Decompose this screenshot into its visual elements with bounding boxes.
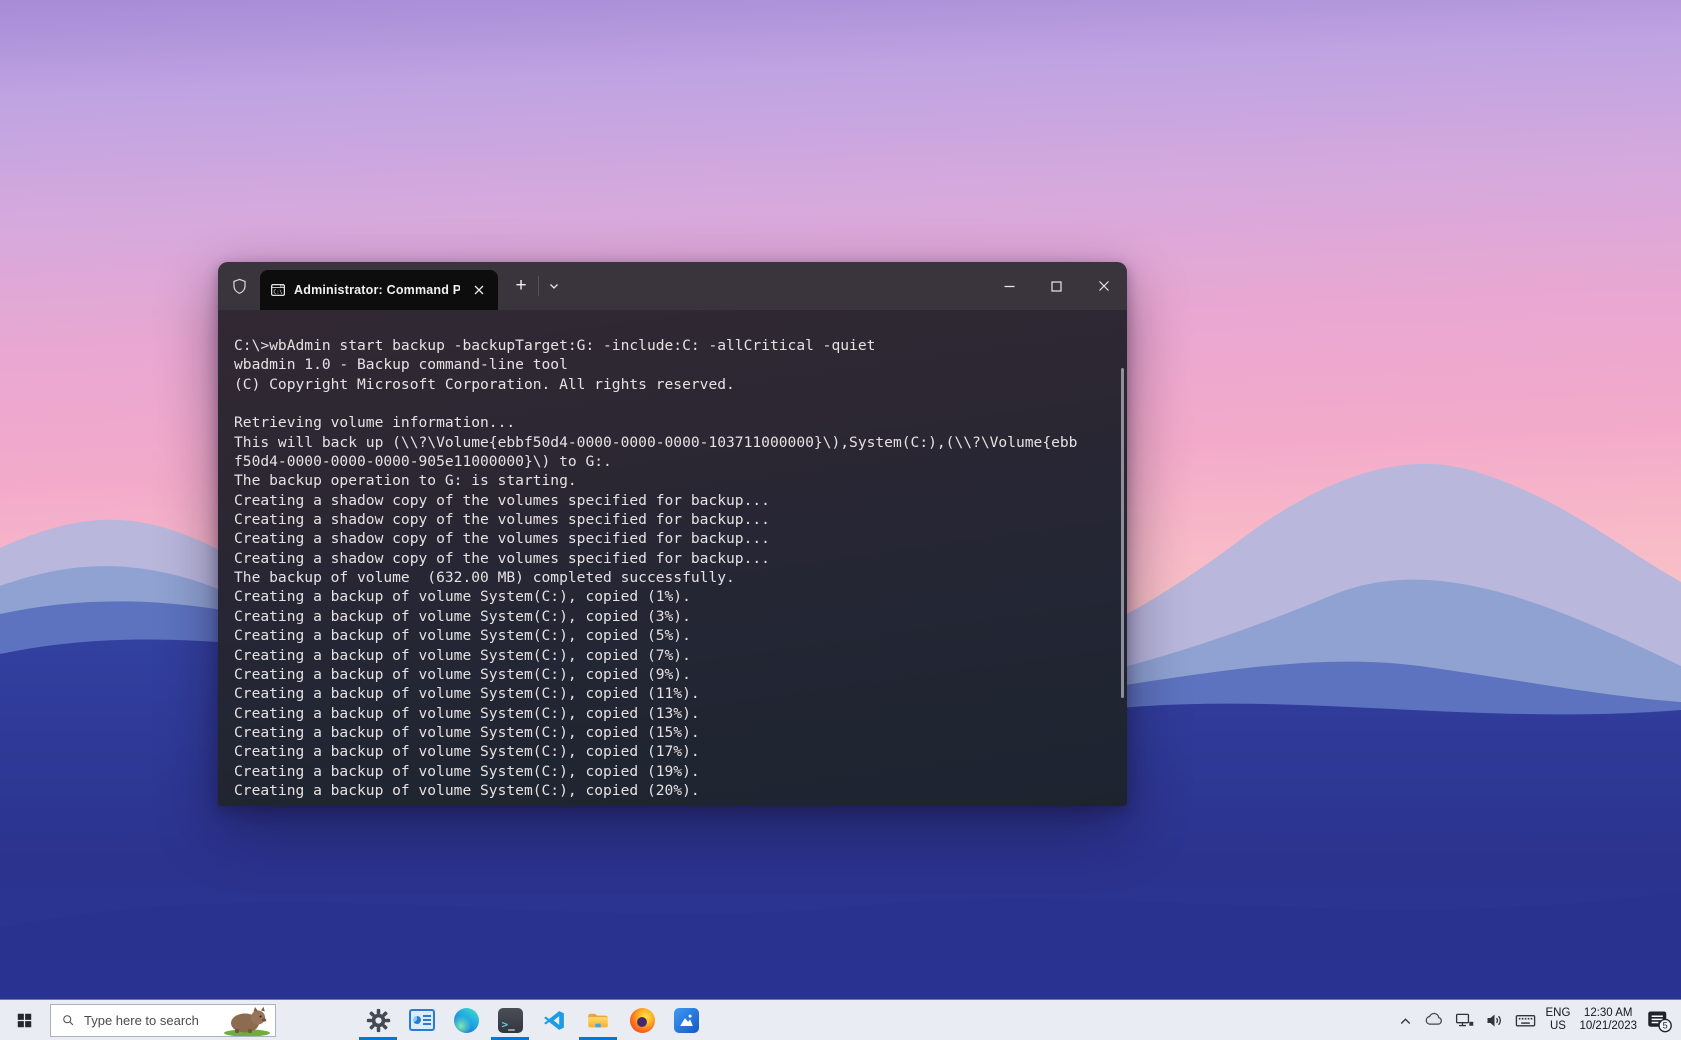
system-tray: ENG US 12:30 AM 10/21/2023 5 bbox=[1397, 1000, 1681, 1040]
clock[interactable]: 12:30 AM 10/21/2023 bbox=[1579, 1007, 1637, 1034]
terminal-tab[interactable]: C:\ Administrator: Command Pror bbox=[260, 270, 498, 310]
language-code: ENG bbox=[1546, 1007, 1571, 1021]
taskbar-item-photos[interactable] bbox=[664, 1000, 708, 1040]
search-icon bbox=[61, 1013, 76, 1028]
taskbar-item-file-explorer[interactable] bbox=[576, 1000, 620, 1040]
taskbar-item-settings[interactable] bbox=[356, 1000, 400, 1040]
action-center-icon[interactable]: 5 bbox=[1646, 1008, 1673, 1033]
firefox-icon bbox=[630, 1008, 655, 1033]
desktop: C:\ Administrator: Command Pror + bbox=[0, 0, 1681, 1040]
terminal-window: C:\ Administrator: Command Pror + bbox=[218, 262, 1127, 806]
onedrive-cloud-icon[interactable] bbox=[1423, 1009, 1445, 1031]
volume-icon[interactable] bbox=[1484, 1010, 1505, 1031]
touch-keyboard-icon[interactable] bbox=[1514, 1009, 1537, 1032]
windows-logo-icon bbox=[16, 1012, 33, 1029]
taskbar-item-edge[interactable] bbox=[444, 1000, 488, 1040]
tab-dropdown-button[interactable] bbox=[538, 276, 568, 296]
taskbar: Type here to search bbox=[0, 1000, 1681, 1040]
search-highlight-wombat-image[interactable] bbox=[221, 1004, 273, 1036]
photos-icon bbox=[674, 1008, 699, 1033]
language-indicator[interactable]: ENG US bbox=[1546, 1007, 1571, 1034]
scrollbar-thumb[interactable] bbox=[1121, 368, 1124, 698]
vscode-icon bbox=[542, 1008, 567, 1033]
clock-time: 12:30 AM bbox=[1579, 1007, 1637, 1021]
close-button[interactable] bbox=[1080, 262, 1127, 310]
maximize-button[interactable] bbox=[1033, 262, 1080, 310]
terminal-output: C:\>wbAdmin start backup -backupTarget:G… bbox=[218, 310, 1127, 800]
minimize-button[interactable] bbox=[986, 262, 1033, 310]
svg-text:C:\: C:\ bbox=[273, 289, 282, 295]
admin-shield-icon bbox=[218, 262, 260, 310]
new-tab-button[interactable]: + bbox=[504, 262, 538, 310]
tray-expand-chevron-icon[interactable] bbox=[1397, 1012, 1414, 1029]
tab-close-icon[interactable] bbox=[468, 279, 490, 301]
search-input[interactable]: Type here to search bbox=[50, 1004, 276, 1037]
file-explorer-icon bbox=[585, 1007, 611, 1033]
taskbar-item-vscode[interactable] bbox=[532, 1000, 576, 1040]
language-region: US bbox=[1546, 1020, 1571, 1034]
notification-badge: 5 bbox=[1663, 1020, 1668, 1030]
taskbar-item-firefox[interactable] bbox=[620, 1000, 664, 1040]
terminal-body[interactable]: C:\>wbAdmin start backup -backupTarget:G… bbox=[218, 310, 1127, 806]
edge-icon bbox=[454, 1008, 479, 1033]
taskbar-item-windows-terminal[interactable]: >_ bbox=[488, 1000, 532, 1040]
search-placeholder: Type here to search bbox=[84, 1013, 199, 1028]
gear-icon bbox=[366, 1008, 391, 1033]
terminal-titlebar[interactable]: C:\ Administrator: Command Pror + bbox=[218, 262, 1127, 310]
start-button[interactable] bbox=[0, 1000, 48, 1040]
taskbar-item-system-info[interactable] bbox=[400, 1000, 444, 1040]
network-icon[interactable] bbox=[1454, 1010, 1475, 1031]
cmd-icon: C:\ bbox=[270, 282, 286, 298]
taskbar-app-row: >_ bbox=[356, 1000, 708, 1040]
clock-date: 10/21/2023 bbox=[1579, 1020, 1637, 1034]
tab-title: Administrator: Command Pror bbox=[294, 283, 460, 297]
system-info-icon bbox=[409, 1009, 435, 1031]
windows-terminal-icon: >_ bbox=[498, 1008, 523, 1033]
terminal-scrollbar[interactable] bbox=[1120, 320, 1124, 796]
